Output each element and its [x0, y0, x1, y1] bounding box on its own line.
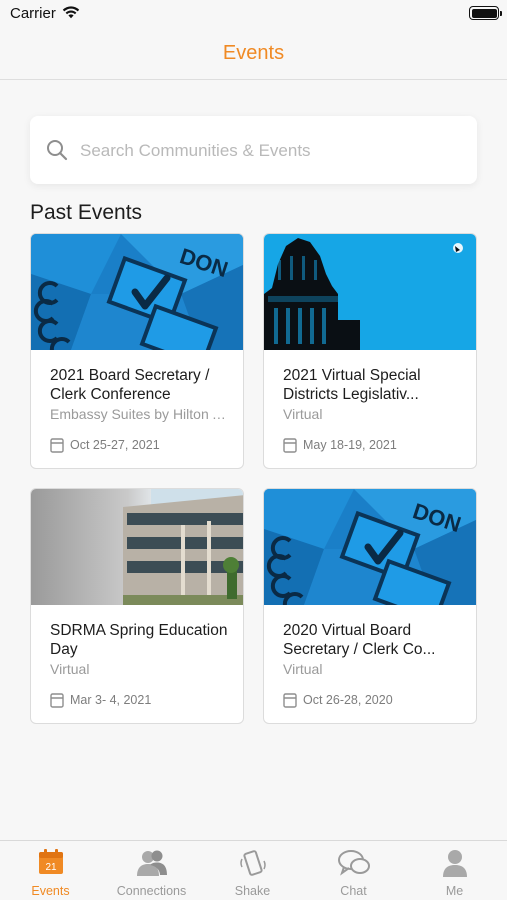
search-placeholder: Search Communities & Events	[80, 141, 311, 160]
calendar-icon	[283, 692, 297, 713]
calendar-icon	[50, 692, 64, 713]
event-image-office-building	[31, 489, 243, 605]
event-card[interactable]: DON 2021 Board Secretary / Clerk Confere…	[30, 233, 244, 469]
search-field[interactable]: Search Communities & Events	[30, 116, 477, 184]
calendar-badge: 21	[45, 862, 57, 873]
event-date: Oct 25-27, 2021	[70, 438, 160, 452]
event-date: May 18-19, 2021	[303, 438, 397, 452]
event-image-checkbox-artwork: DON	[264, 489, 476, 605]
event-title: 2021 Board Secretary / Clerk Conference	[50, 367, 210, 403]
tab-label: Connections	[116, 884, 187, 898]
event-venue: Virtual	[283, 661, 323, 677]
event-card[interactable]: 2021 Virtual Special Districts Legislati…	[263, 233, 477, 469]
event-venue: Embassy Suites by Hilton A...	[50, 406, 232, 422]
tab-label: Events	[31, 884, 70, 898]
calendar-icon	[50, 437, 64, 458]
event-image-checkbox-artwork: DON	[31, 234, 243, 350]
calendar-icon	[283, 437, 297, 458]
event-title: 2021 Virtual Special Districts Legislati…	[283, 367, 421, 403]
tab-shake[interactable]: Shake	[202, 841, 303, 900]
chat-bubbles-icon	[337, 849, 370, 882]
wifi-icon	[62, 5, 80, 24]
event-venue: Virtual	[50, 661, 90, 677]
carrier-label: Carrier	[10, 5, 56, 22]
event-title: SDRMA Spring Education Day	[50, 622, 228, 658]
search-icon	[46, 139, 68, 166]
page-title: Events	[222, 42, 285, 64]
event-card[interactable]: SDRMA Spring Education Day Virtual Mar 3…	[30, 488, 244, 724]
tab-chat[interactable]: Chat	[303, 841, 404, 900]
phone-shake-icon	[238, 849, 268, 884]
tab-bar: 21 Events Connections Shake Chat Me	[0, 840, 507, 900]
event-title: 2020 Virtual Board Secretary / Clerk Co.…	[283, 622, 436, 658]
event-date: Oct 26-28, 2020	[303, 693, 393, 707]
tab-label: Shake	[234, 884, 271, 898]
people-icon	[136, 849, 168, 882]
event-venue: Virtual	[283, 406, 323, 422]
event-date: Mar 3- 4, 2021	[70, 693, 152, 707]
tab-me[interactable]: Me	[404, 841, 505, 900]
tab-events[interactable]: 21 Events	[0, 841, 101, 900]
calendar-icon: 21	[38, 849, 64, 880]
battery-icon	[469, 6, 502, 20]
tab-label: Chat	[340, 884, 367, 898]
event-image-capitol-dome	[264, 234, 476, 350]
tab-connections[interactable]: Connections	[101, 841, 202, 900]
event-card[interactable]: DON 2020 Virtual Board Secretary / Clerk…	[263, 488, 477, 724]
person-icon	[442, 849, 468, 882]
section-title: Past Events	[30, 201, 143, 224]
tab-label: Me	[445, 884, 464, 898]
status-bar: Carrier	[0, 0, 507, 28]
navigation-bar: Events	[0, 28, 507, 80]
